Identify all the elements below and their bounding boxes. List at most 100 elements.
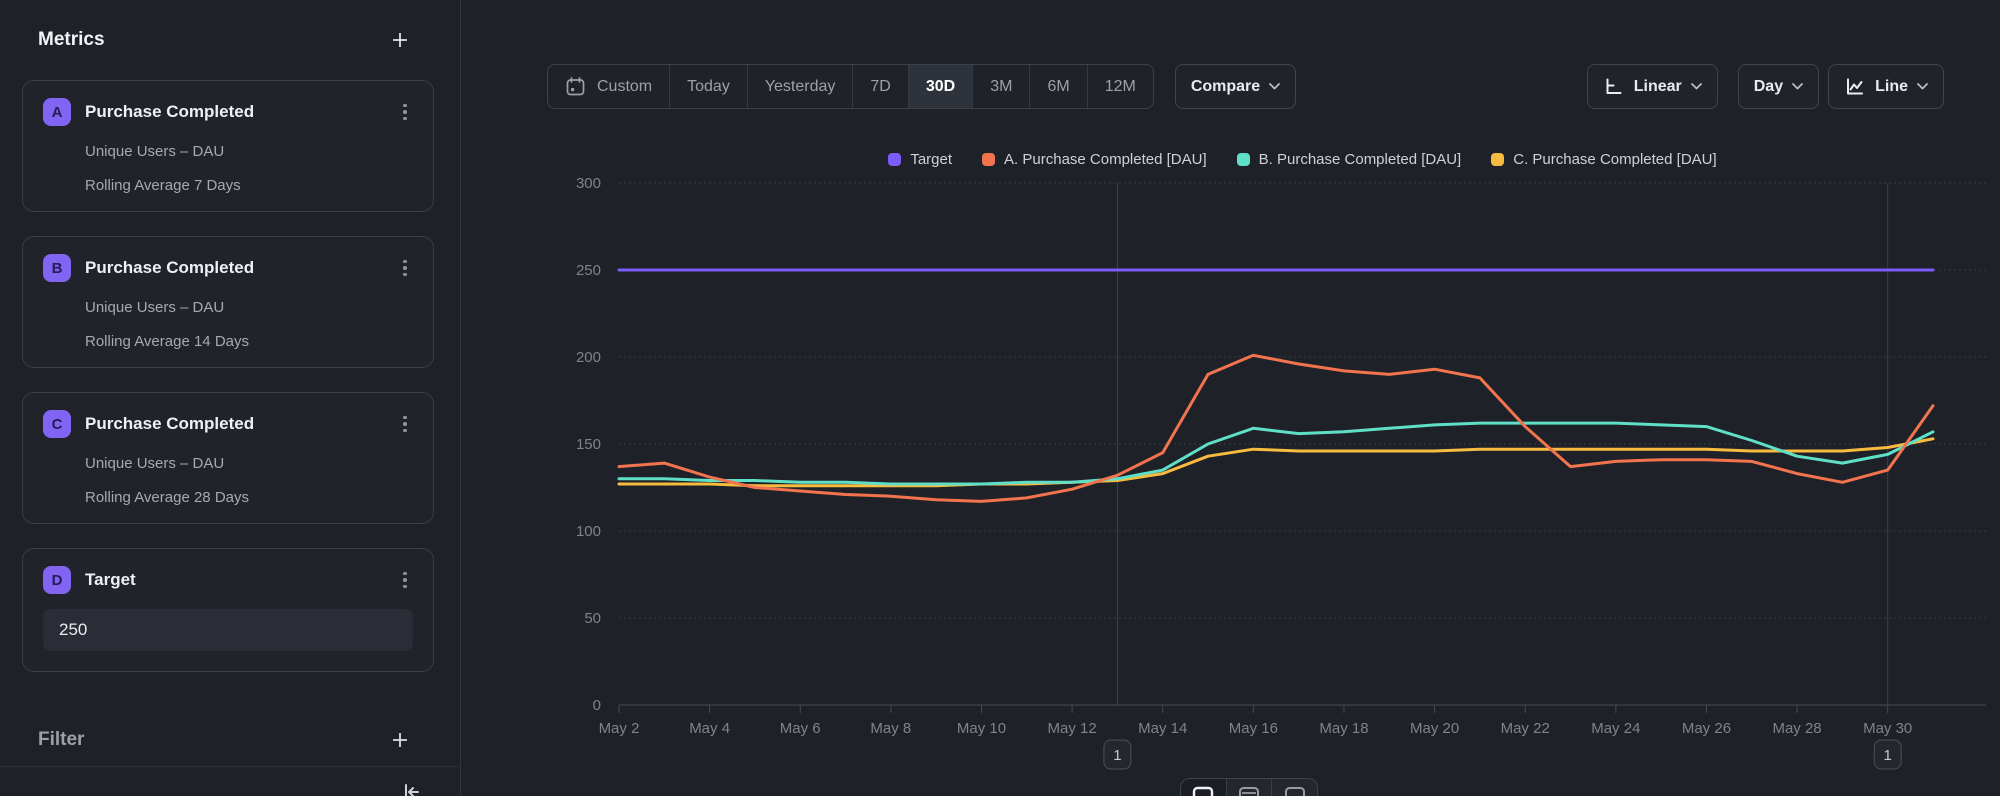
target-card[interactable]: D Target 250 — [22, 548, 434, 672]
date-range-label: Custom — [597, 78, 652, 96]
table-view-icon — [1238, 786, 1260, 796]
card-view-icon — [1284, 786, 1306, 796]
metric-options-button[interactable] — [397, 258, 413, 279]
series-C. Purchase Completed [DAU] — [619, 439, 1933, 486]
metric-measure[interactable]: Unique Users – DAU — [85, 299, 413, 316]
chevron-down-icon — [1691, 83, 1702, 90]
plus-icon — [390, 30, 410, 50]
metric-title: Purchase Completed — [85, 258, 397, 278]
y-axis-tick-label: 0 — [593, 697, 601, 714]
annotation-badge — [1104, 740, 1131, 769]
date-range-label: 6M — [1047, 78, 1069, 96]
sidebar-divider — [0, 766, 460, 767]
scale-button[interactable]: Linear — [1587, 64, 1718, 109]
date-range-30d[interactable]: 30D — [909, 65, 973, 108]
y-axis-tick-label: 100 — [576, 523, 601, 540]
filter-heading: Filter — [38, 729, 84, 751]
card-view-button[interactable] — [1272, 779, 1317, 796]
metric-title: Purchase Completed — [85, 102, 397, 122]
date-range-yesterday[interactable]: Yesterday — [748, 65, 854, 108]
chart-toolbar: Custom Today Yesterday 7D 30D 3M 6M 12M … — [547, 64, 1944, 109]
chevron-down-icon — [1269, 83, 1280, 90]
target-title: Target — [85, 570, 397, 590]
metric-badge: A — [43, 98, 71, 126]
x-axis-tick-label: May 18 — [1319, 720, 1368, 737]
x-axis-tick-label: May 2 — [599, 720, 640, 737]
metrics-report-screen: Metrics A Purchase Completed Unique User… — [0, 0, 2000, 796]
table-view-button[interactable] — [1227, 779, 1273, 796]
date-range-3m[interactable]: 3M — [973, 65, 1030, 108]
metric-window[interactable]: Rolling Average 14 Days — [85, 333, 413, 350]
line-chart[interactable]: 050100150200250300May 2May 4May 6May 8Ma… — [461, 0, 2000, 796]
metric-badge: C — [43, 410, 71, 438]
date-range-12m[interactable]: 12M — [1088, 65, 1153, 108]
metric-badge: B — [43, 254, 71, 282]
compare-label: Compare — [1191, 78, 1260, 96]
legend-item-c[interactable]: C. Purchase Completed [DAU] — [1491, 151, 1716, 168]
legend-label: A. Purchase Completed [DAU] — [1004, 151, 1207, 168]
x-axis-tick-label: May 20 — [1410, 720, 1459, 737]
chart-view-button[interactable] — [1181, 779, 1227, 796]
metric-window[interactable]: Rolling Average 28 Days — [85, 489, 413, 506]
date-range-control: Custom Today Yesterday 7D 30D 3M 6M 12M — [547, 64, 1154, 109]
x-axis-tick-label: May 26 — [1682, 720, 1731, 737]
date-range-today[interactable]: Today — [670, 65, 748, 108]
granularity-button[interactable]: Day — [1738, 64, 1819, 109]
chevron-down-icon — [1917, 83, 1928, 90]
date-range-label: 7D — [870, 78, 890, 96]
x-axis-tick-label: May 4 — [689, 720, 730, 737]
scale-label: Linear — [1634, 78, 1682, 96]
metric-card-c[interactable]: C Purchase Completed Unique Users – DAU … — [22, 392, 434, 524]
date-range-label: 30D — [926, 78, 955, 96]
chart-type-button[interactable]: Line — [1828, 64, 1944, 109]
filter-section-header: Filter — [38, 724, 412, 756]
metric-card-b[interactable]: B Purchase Completed Unique Users – DAU … — [22, 236, 434, 368]
target-value-input[interactable]: 250 — [43, 609, 413, 651]
add-metric-button[interactable] — [388, 28, 412, 52]
metric-options-button[interactable] — [397, 570, 413, 591]
chart-legend: Target A. Purchase Completed [DAU] B. Pu… — [619, 146, 1986, 172]
annotation-badge-count: 1 — [1113, 747, 1121, 764]
metric-measure[interactable]: Unique Users – DAU — [85, 455, 413, 472]
chart-type-label: Line — [1875, 78, 1908, 96]
report-main: Custom Today Yesterday 7D 30D 3M 6M 12M … — [461, 0, 2000, 796]
legend-swatch — [982, 153, 995, 166]
metric-options-button[interactable] — [397, 102, 413, 123]
date-range-custom[interactable]: Custom — [548, 65, 670, 108]
metric-options-button[interactable] — [397, 414, 413, 435]
x-axis-tick-label: May 8 — [870, 720, 911, 737]
legend-label: C. Purchase Completed [DAU] — [1513, 151, 1716, 168]
x-axis-tick-label: May 24 — [1591, 720, 1640, 737]
series-B. Purchase Completed [DAU] — [619, 423, 1933, 484]
date-range-6m[interactable]: 6M — [1030, 65, 1087, 108]
collapse-sidebar-button[interactable] — [396, 780, 428, 796]
chevron-down-icon — [1792, 83, 1803, 90]
calendar-icon — [565, 76, 586, 97]
metric-window[interactable]: Rolling Average 7 Days — [85, 177, 413, 194]
date-range-7d[interactable]: 7D — [853, 65, 908, 108]
chart-view-icon — [1192, 786, 1214, 796]
metric-card-a[interactable]: A Purchase Completed Unique Users – DAU … — [22, 80, 434, 212]
metric-title: Purchase Completed — [85, 414, 397, 434]
legend-item-b[interactable]: B. Purchase Completed [DAU] — [1237, 151, 1462, 168]
plus-icon — [390, 730, 410, 750]
y-axis-tick-label: 50 — [584, 610, 601, 627]
y-axis-tick-label: 250 — [576, 262, 601, 279]
x-axis-tick-label: May 16 — [1229, 720, 1278, 737]
add-filter-button[interactable] — [388, 728, 412, 752]
view-switcher — [1180, 778, 1318, 796]
legend-item-a[interactable]: A. Purchase Completed [DAU] — [982, 151, 1207, 168]
x-axis-tick-label: May 22 — [1501, 720, 1550, 737]
metric-measure[interactable]: Unique Users – DAU — [85, 143, 413, 160]
legend-swatch — [1237, 153, 1250, 166]
x-axis-tick-label: May 30 — [1863, 720, 1912, 737]
date-range-label: 3M — [990, 78, 1012, 96]
metrics-section-header: Metrics — [38, 24, 412, 56]
compare-button[interactable]: Compare — [1175, 64, 1296, 109]
legend-item-target[interactable]: Target — [888, 151, 952, 168]
sidebar: Metrics A Purchase Completed Unique User… — [0, 0, 461, 796]
y-axis-tick-label: 300 — [576, 175, 601, 192]
legend-label: B. Purchase Completed [DAU] — [1259, 151, 1462, 168]
x-axis-tick-label: May 10 — [957, 720, 1006, 737]
linear-axis-icon — [1603, 76, 1624, 97]
